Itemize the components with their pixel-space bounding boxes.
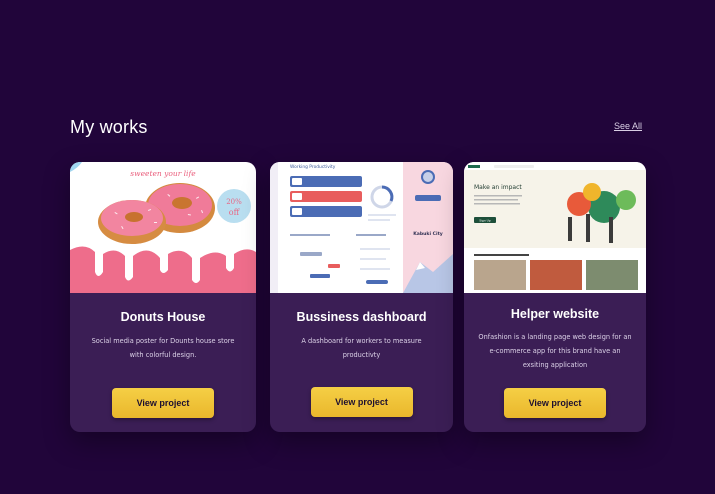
- dashboard-thumbnail[interactable]: Working Productivity Kabuki City: [270, 162, 453, 293]
- project-title: Helper website: [510, 307, 600, 321]
- section-title: My works: [70, 117, 148, 137]
- helper-cta: Sign Up: [479, 219, 491, 223]
- helper-website-thumbnail[interactable]: Make an impact Sign Up: [464, 162, 646, 293]
- dashboard-heading: Working Productivity: [290, 164, 336, 170]
- see-all-link[interactable]: See All: [614, 121, 642, 131]
- helper-headline: Make an impact: [474, 184, 522, 191]
- project-title: Bussiness dashboard: [296, 310, 427, 324]
- project-description: A dashboard for workers to measure produ…: [301, 337, 422, 359]
- project-title: Donuts House: [120, 310, 206, 324]
- donuts-poster-thumbnail[interactable]: sweeten your life 20% off: [70, 162, 256, 293]
- dashboard-city: Kabuki City: [413, 231, 443, 237]
- view-project-button-dashboard[interactable]: View project: [310, 387, 413, 417]
- svg-text:20%: 20%: [226, 198, 242, 206]
- donuts-tagline: sweeten your life: [130, 169, 196, 178]
- view-project-button-donuts[interactable]: View project: [112, 388, 214, 418]
- svg-text:off: off: [229, 208, 241, 217]
- project-description: Onfashion is a landing page web design f…: [478, 333, 632, 369]
- project-card-helper-website: Make an impact Sign Up Helper website On…: [464, 162, 646, 432]
- project-description: Social media poster for Dounts house sto…: [91, 337, 235, 359]
- project-card-business-dashboard: Working Productivity Kabuki City Bussine…: [270, 162, 453, 432]
- project-card-donuts-house: sweeten your life 20% off Donuts House S…: [70, 162, 256, 432]
- view-project-button-helper[interactable]: View project: [504, 388, 606, 418]
